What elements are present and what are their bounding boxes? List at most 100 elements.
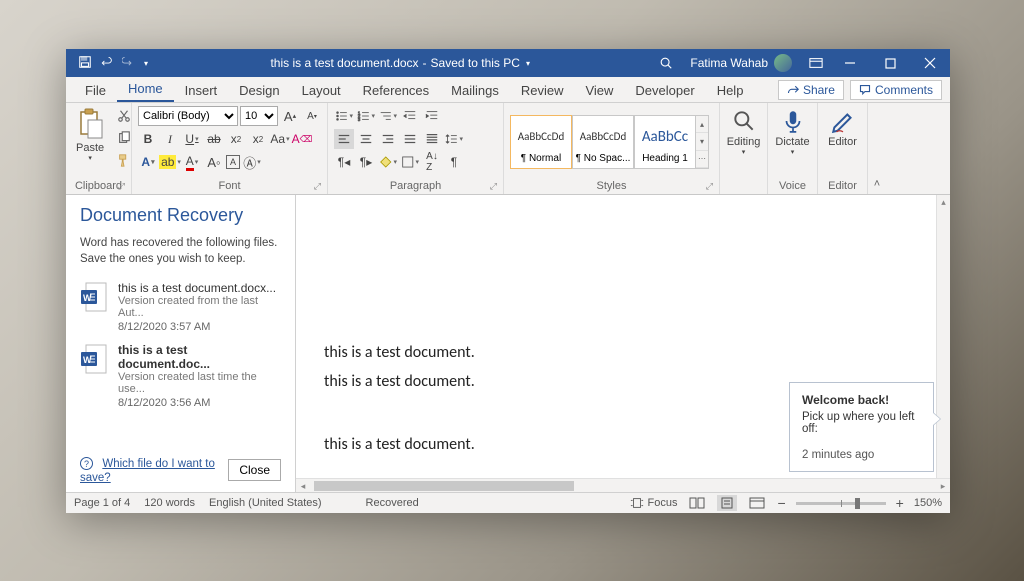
tab-help[interactable]: Help (706, 78, 755, 102)
decrease-indent-icon[interactable] (400, 106, 420, 126)
styles-launcher-icon[interactable]: ⤢ (706, 181, 713, 192)
tab-mailings[interactable]: Mailings (440, 78, 510, 102)
close-button[interactable] (910, 49, 950, 77)
comments-button[interactable]: Comments (850, 80, 942, 100)
zoom-in-icon[interactable]: + (896, 495, 904, 511)
paragraph-launcher-icon[interactable]: ⤢ (490, 181, 497, 192)
bullets-icon[interactable]: ▾ (334, 106, 354, 126)
style-no-spacing[interactable]: AaBbCcDd ¶ No Spac... (572, 115, 634, 169)
subscript-icon[interactable]: x2 (226, 129, 246, 149)
status-page[interactable]: Page 1 of 4 (74, 497, 130, 509)
char-border-icon[interactable]: A (226, 155, 240, 169)
save-location-chevron-icon[interactable]: ▾ (526, 59, 530, 68)
align-left-icon[interactable] (334, 129, 354, 149)
tab-file[interactable]: File (74, 78, 117, 102)
multilevel-icon[interactable]: ▾ (378, 106, 398, 126)
read-mode-icon[interactable] (687, 495, 707, 511)
word-window: ▾ this is a test document.docx - Saved t… (66, 49, 950, 513)
welcome-back-popup[interactable]: Welcome back! Pick up where you left off… (789, 382, 934, 472)
zoom-slider[interactable] (796, 502, 886, 505)
sort-icon[interactable]: A↓Z (422, 152, 442, 172)
title-bar-right: Fatima Wahab (652, 49, 950, 77)
clipboard-launcher-icon[interactable]: ⤢ (118, 181, 125, 192)
align-center-icon[interactable] (356, 129, 376, 149)
strikethrough-icon[interactable]: ab (204, 129, 224, 149)
maximize-button[interactable] (870, 49, 910, 77)
distributed-icon[interactable] (422, 129, 442, 149)
justify-icon[interactable] (400, 129, 420, 149)
font-size-select[interactable]: 10 (240, 106, 278, 126)
style-heading1[interactable]: AaBbCc Heading 1 (634, 115, 696, 169)
italic-icon[interactable]: I (160, 129, 180, 149)
collapse-ribbon-icon[interactable]: ˄ (868, 103, 886, 194)
undo-icon[interactable] (100, 55, 114, 72)
editing-button[interactable]: Editing ▾ (723, 106, 765, 158)
tab-design[interactable]: Design (228, 78, 290, 102)
user-account[interactable]: Fatima Wahab (680, 54, 802, 72)
status-language[interactable]: English (United States) (209, 497, 322, 509)
paste-button[interactable]: Paste ▾ (72, 106, 108, 164)
status-bar: Page 1 of 4 120 words English (United St… (66, 492, 950, 513)
style-gallery-scroll[interactable]: ▴▾⋯ (695, 115, 709, 169)
font-launcher-icon[interactable]: ⤢ (314, 181, 321, 192)
vertical-scrollbar[interactable]: ▴ (936, 195, 950, 478)
horizontal-scrollbar[interactable]: ◂ ▸ (296, 478, 950, 492)
shrink-font-icon[interactable]: A▾ (302, 106, 322, 126)
rtl-icon[interactable]: ¶▸ (356, 152, 376, 172)
char-shading-icon[interactable]: A◦ (204, 152, 224, 172)
tab-insert[interactable]: Insert (174, 78, 229, 102)
title-save-location[interactable]: Saved to this PC (431, 56, 520, 70)
ribbon: Paste ▾ Clipboard⤢ Calibri (Body) 10 A (66, 103, 950, 195)
underline-icon[interactable]: U▾ (182, 129, 202, 149)
recovery-close-button[interactable]: Close (228, 459, 281, 481)
dictate-button[interactable]: Dictate ▾ (771, 106, 813, 158)
font-color-icon[interactable]: A▾ (182, 152, 202, 172)
borders-icon[interactable]: ▾ (400, 152, 420, 172)
group-clipboard: Paste ▾ Clipboard⤢ (66, 103, 132, 194)
search-icon[interactable] (652, 49, 680, 77)
increase-indent-icon[interactable] (422, 106, 442, 126)
tab-developer[interactable]: Developer (624, 78, 705, 102)
enclose-char-icon[interactable]: Ⓐ▾ (242, 152, 262, 172)
zoom-out-icon[interactable]: − (777, 495, 785, 511)
numbering-icon[interactable]: 123▾ (356, 106, 376, 126)
share-button[interactable]: Share (778, 80, 844, 100)
recovery-item[interactable]: W this is a test document.doc... Version… (80, 343, 281, 409)
line-spacing-icon[interactable]: ▾ (444, 129, 464, 149)
grow-font-icon[interactable]: A▴ (280, 106, 300, 126)
tab-layout[interactable]: Layout (291, 78, 352, 102)
text-effects-icon[interactable]: A▾ (138, 152, 158, 172)
clear-format-icon[interactable]: A⌫ (292, 129, 312, 149)
web-layout-icon[interactable] (747, 495, 767, 511)
align-right-icon[interactable] (378, 129, 398, 149)
print-layout-icon[interactable] (717, 495, 737, 511)
font-name-select[interactable]: Calibri (Body) (138, 106, 238, 126)
focus-mode[interactable]: Focus (630, 497, 678, 509)
body-area: Document Recovery Word has recovered the… (66, 195, 950, 492)
editor-button[interactable]: Editor (824, 106, 861, 150)
highlight-icon[interactable]: ab▾ (160, 152, 180, 172)
tab-review[interactable]: Review (510, 78, 575, 102)
doc-line: this is a test document. (324, 343, 908, 362)
show-marks-icon[interactable]: ¶ (444, 152, 464, 172)
redo-icon[interactable] (122, 55, 136, 72)
save-icon[interactable] (78, 55, 92, 72)
ribbon-display-icon[interactable] (802, 49, 830, 77)
superscript-icon[interactable]: x2 (248, 129, 268, 149)
recovery-intro: Word has recovered the following files. … (80, 236, 281, 267)
shading-icon[interactable]: ▾ (378, 152, 398, 172)
minimize-button[interactable] (830, 49, 870, 77)
tab-home[interactable]: Home (117, 76, 174, 102)
recovery-item[interactable]: W this is a test document.docx... Versio… (80, 281, 281, 333)
tab-references[interactable]: References (352, 78, 440, 102)
tab-view[interactable]: View (574, 78, 624, 102)
recovery-help-link[interactable]: Which file do I want to save? (80, 458, 215, 485)
title-filename: this is a test document.docx (270, 56, 418, 70)
ltr-icon[interactable]: ¶◂ (334, 152, 354, 172)
bold-icon[interactable]: B (138, 129, 158, 149)
change-case-icon[interactable]: Aa▾ (270, 129, 290, 149)
style-normal[interactable]: AaBbCcDd ¶ Normal (510, 115, 572, 169)
zoom-level[interactable]: 150% (914, 497, 942, 509)
document-recovery-pane: Document Recovery Word has recovered the… (66, 195, 296, 492)
status-words[interactable]: 120 words (144, 497, 195, 509)
